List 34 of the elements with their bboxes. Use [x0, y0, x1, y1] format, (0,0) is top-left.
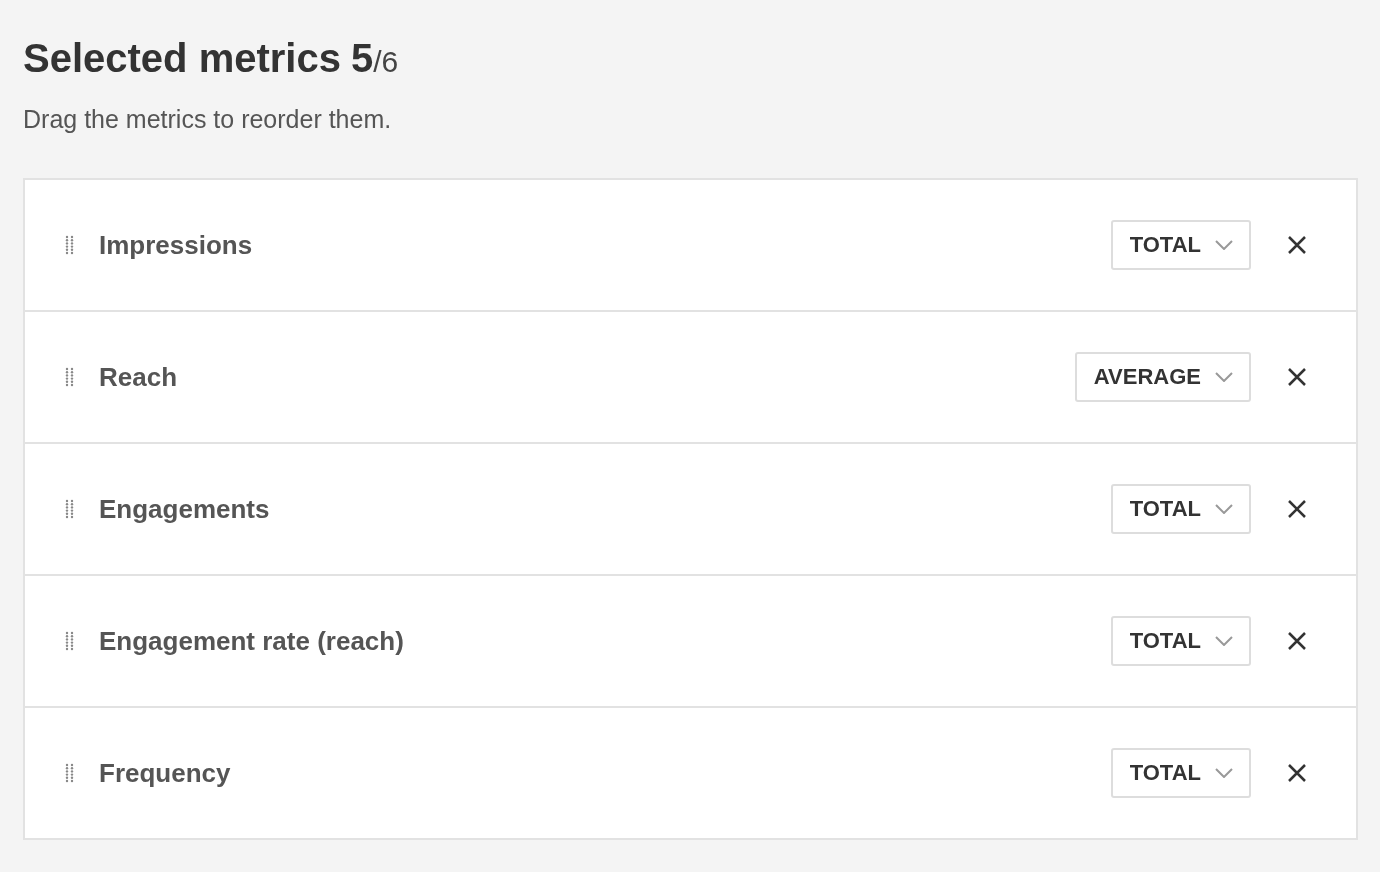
- close-icon: [1287, 367, 1307, 387]
- metric-name: Impressions: [99, 229, 254, 261]
- aggregation-dropdown[interactable]: TOTAL: [1110, 616, 1251, 666]
- chevron-down-icon: [1215, 636, 1233, 646]
- close-icon: [1287, 631, 1307, 651]
- metric-name: Frequency: [99, 757, 232, 789]
- drag-handle-icon[interactable]: [65, 499, 75, 519]
- drag-handle-icon[interactable]: [65, 763, 75, 783]
- close-button[interactable]: [1287, 499, 1307, 519]
- metric-name: Engagement rate (reach): [99, 625, 405, 657]
- close-icon: [1287, 499, 1307, 519]
- drag-handle-icon[interactable]: [65, 367, 75, 387]
- aggregation-dropdown[interactable]: TOTAL: [1110, 484, 1251, 534]
- chevron-down-icon: [1215, 768, 1233, 778]
- selected-count: 5: [350, 36, 374, 81]
- chevron-down-icon: [1215, 504, 1233, 514]
- close-button[interactable]: [1287, 367, 1307, 387]
- page-title: Selected metrics: [23, 36, 341, 81]
- close-icon: [1287, 763, 1307, 783]
- chevron-down-icon: [1215, 240, 1233, 250]
- drag-handle-icon[interactable]: [65, 631, 75, 651]
- metric-name: Engagements: [99, 493, 271, 525]
- aggregation-dropdown[interactable]: AVERAGE: [1074, 352, 1251, 402]
- close-button[interactable]: [1287, 763, 1307, 783]
- close-button[interactable]: [1287, 631, 1307, 651]
- drag-handle-icon[interactable]: [65, 235, 75, 255]
- instructions-text: Drag the metrics to reorder them.: [23, 105, 393, 134]
- aggregation-dropdown[interactable]: TOTAL: [1110, 220, 1251, 270]
- chevron-down-icon: [1215, 372, 1233, 382]
- aggregation-dropdown[interactable]: TOTAL: [1110, 748, 1251, 798]
- metric-name: Reach: [99, 361, 179, 393]
- close-button[interactable]: [1287, 235, 1307, 255]
- close-icon: [1287, 235, 1307, 255]
- total-count: /6: [373, 45, 399, 79]
